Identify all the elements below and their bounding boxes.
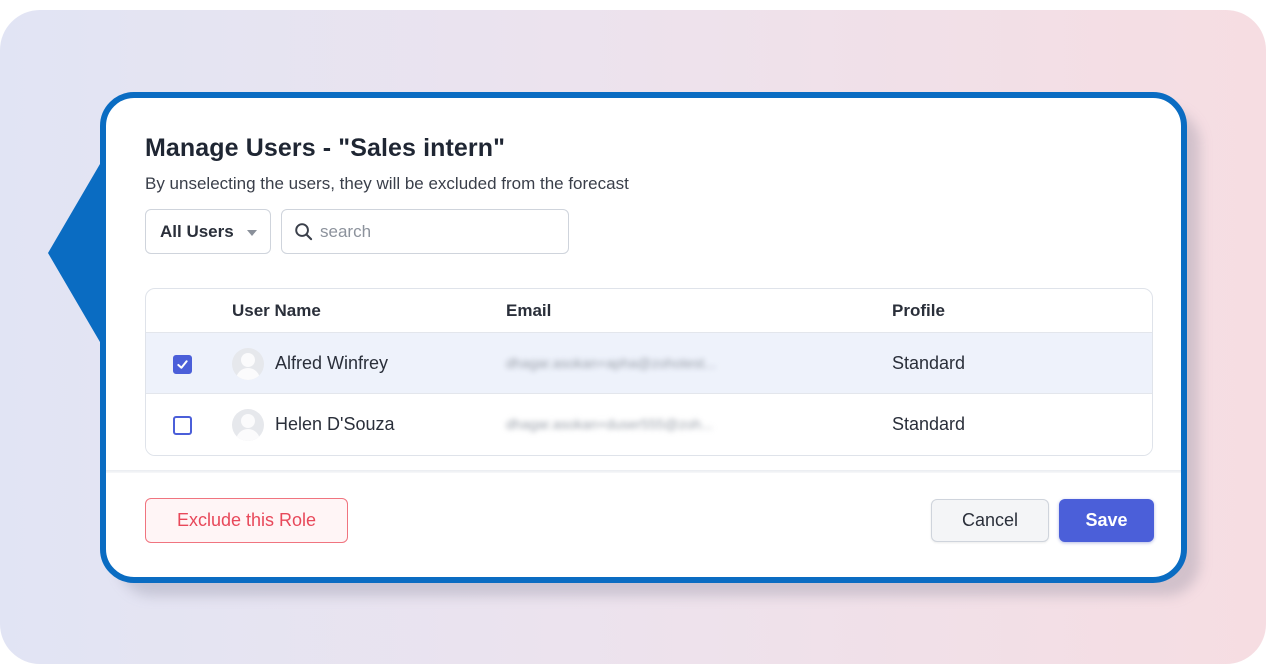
- user-filter-value: All Users: [160, 221, 234, 241]
- dialog-subtitle: By unselecting the users, they will be e…: [145, 174, 629, 193]
- footer-divider: [106, 470, 1181, 473]
- checkmark-icon: [177, 360, 188, 369]
- table-header: User Name Email Profile: [146, 289, 1152, 333]
- table-row[interactable]: Helen D'Souza dhagar.asokan+duser555@zoh…: [146, 394, 1152, 455]
- column-header-email: Email: [506, 301, 552, 320]
- users-table: User Name Email Profile Alfred Winfrey d…: [145, 288, 1153, 456]
- dialog-title: Manage Users - "Sales intern": [145, 134, 506, 162]
- manage-users-dialog: Manage Users - "Sales intern" By unselec…: [100, 92, 1187, 583]
- search-icon: [295, 223, 313, 241]
- column-header-profile: Profile: [892, 301, 945, 320]
- row-checkbox[interactable]: [173, 355, 192, 374]
- user-filter-dropdown[interactable]: All Users: [145, 209, 271, 254]
- user-name: Alfred Winfrey: [275, 353, 389, 373]
- user-email: dhagar.asokan+duser555@zoh...: [506, 416, 713, 432]
- avatar: [232, 348, 264, 380]
- column-header-user-name: User Name: [232, 301, 321, 320]
- search-field[interactable]: [281, 209, 569, 254]
- save-button[interactable]: Save: [1059, 499, 1154, 542]
- user-profile: Standard: [892, 353, 966, 373]
- avatar: [232, 409, 264, 441]
- cancel-button[interactable]: Cancel: [931, 499, 1049, 542]
- user-name: Helen D'Souza: [275, 414, 395, 434]
- search-input[interactable]: [320, 221, 550, 242]
- row-checkbox[interactable]: [173, 416, 192, 435]
- user-email: dhagar.asokan+apha@zohotest...: [506, 355, 716, 371]
- chevron-down-icon: [247, 230, 257, 236]
- user-profile: Standard: [892, 414, 966, 434]
- table-row[interactable]: Alfred Winfrey dhagar.asokan+apha@zohote…: [146, 333, 1152, 394]
- exclude-role-button[interactable]: Exclude this Role: [145, 498, 348, 543]
